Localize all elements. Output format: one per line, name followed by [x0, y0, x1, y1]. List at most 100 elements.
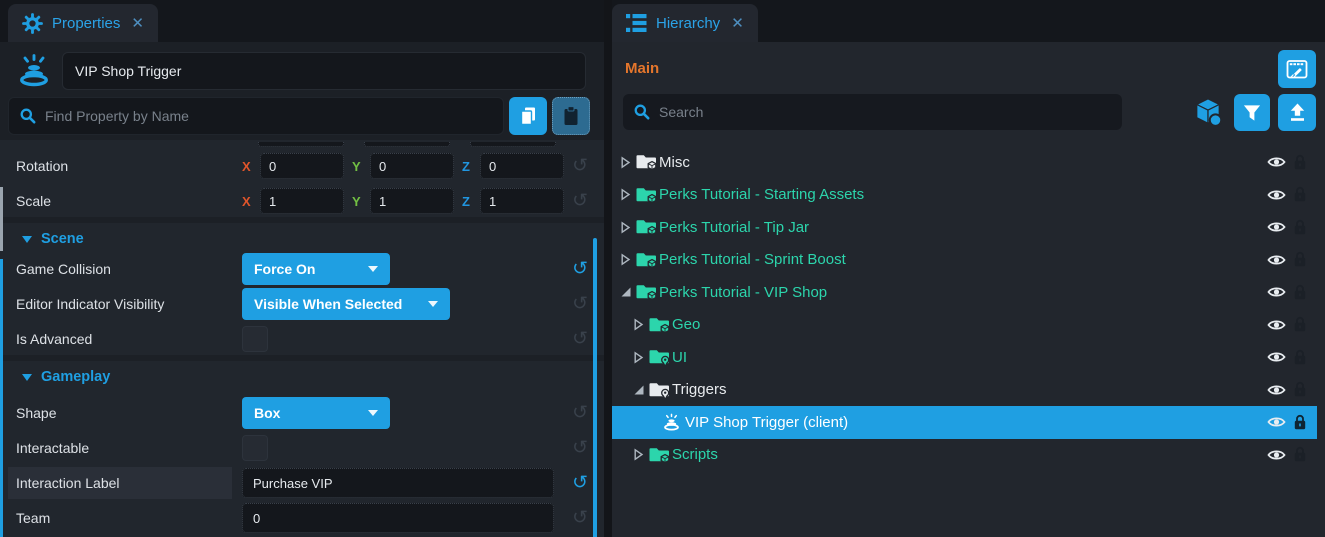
tree-item-label: Triggers — [672, 381, 726, 398]
eye-icon[interactable] — [1267, 384, 1286, 396]
cube-icon[interactable] — [1193, 97, 1223, 127]
tree-item-label: VIP Shop Trigger (client) — [685, 414, 848, 431]
shape-row: Shape Box ↺ — [0, 397, 604, 429]
reset-icon[interactable]: ↺ — [572, 330, 588, 349]
reset-icon[interactable]: ↺ — [572, 260, 588, 279]
eye-icon[interactable] — [1267, 351, 1286, 363]
caret-collapsed-icon[interactable] — [633, 351, 649, 364]
eye-icon[interactable] — [1267, 319, 1286, 331]
caret-collapsed-icon[interactable] — [620, 188, 636, 201]
rotation-y-input[interactable] — [370, 153, 454, 179]
copy-icon — [518, 105, 538, 127]
properties-body: Rotation X Y Z ↺ Scale X Y — [0, 51, 604, 537]
property-search-input[interactable] — [45, 108, 493, 124]
copy-properties-button[interactable] — [509, 97, 547, 135]
shape-dropdown[interactable]: Box — [242, 397, 390, 429]
lock-icon[interactable] — [1293, 251, 1307, 268]
clipboard-icon — [562, 105, 580, 127]
reset-icon[interactable]: ↺ — [572, 192, 588, 211]
scale-x-input[interactable] — [260, 188, 344, 214]
tree-item-misc[interactable]: Misc — [612, 146, 1317, 179]
game-collision-label: Game Collision — [16, 261, 242, 277]
rotation-x-input[interactable] — [260, 153, 344, 179]
lock-icon[interactable] — [1293, 446, 1307, 463]
lock-icon[interactable] — [1293, 349, 1307, 366]
dropdown-value: Force On — [254, 261, 356, 277]
scale-y-input[interactable] — [370, 188, 454, 214]
caret-collapsed-icon[interactable] — [620, 221, 636, 234]
folder-cube-icon — [636, 186, 659, 204]
gameplay-section-header[interactable]: Gameplay — [0, 363, 604, 391]
chevron-down-icon — [428, 301, 438, 307]
lock-icon[interactable] — [1293, 154, 1307, 171]
lock-icon[interactable] — [1293, 284, 1307, 301]
tree-item-scripts[interactable]: Scripts — [612, 439, 1317, 472]
hierarchy-search-input[interactable] — [659, 104, 1112, 120]
game-collision-dropdown[interactable]: Force On — [242, 253, 390, 285]
caret-collapsed-icon[interactable] — [620, 156, 636, 169]
eye-icon[interactable] — [1267, 286, 1286, 298]
eye-icon[interactable] — [1267, 416, 1286, 428]
team-input[interactable] — [242, 503, 554, 533]
properties-scrollbar[interactable] — [593, 238, 597, 537]
section-transform: Rotation X Y Z ↺ Scale X Y — [0, 140, 604, 217]
caret-expanded-icon[interactable] — [633, 384, 649, 396]
editor-indicator-dropdown[interactable]: Visible When Selected — [242, 288, 450, 320]
trigger-icon — [662, 413, 685, 432]
clipped-row — [0, 142, 604, 148]
dropdown-value: Visible When Selected — [254, 296, 416, 312]
reset-icon[interactable]: ↺ — [572, 295, 588, 314]
tree-item-perks-tutorial-tip-jar[interactable]: Perks Tutorial - Tip Jar — [612, 211, 1317, 244]
rotation-z-input[interactable] — [480, 153, 564, 179]
caret-expanded-icon[interactable] — [620, 286, 636, 298]
tree-item-vip-shop-trigger-client[interactable]: VIP Shop Trigger (client) — [612, 406, 1317, 439]
paste-properties-button[interactable] — [552, 97, 590, 135]
eye-icon[interactable] — [1267, 449, 1286, 461]
folder-pin-icon — [649, 381, 672, 399]
tree-item-ui[interactable]: UI — [612, 341, 1317, 374]
tab-properties-label: Properties — [52, 15, 120, 32]
caret-collapsed-icon[interactable] — [633, 448, 649, 461]
events-button[interactable] — [1278, 50, 1316, 88]
reset-icon[interactable]: ↺ — [572, 404, 588, 423]
caret-collapsed-icon[interactable] — [620, 253, 636, 266]
eye-icon[interactable] — [1267, 156, 1286, 168]
close-icon[interactable]: ✕ — [731, 14, 744, 32]
reset-icon[interactable]: ↺ — [572, 439, 588, 458]
tab-hierarchy[interactable]: Hierarchy ✕ — [612, 4, 758, 42]
eye-icon[interactable] — [1267, 221, 1286, 233]
reset-icon[interactable]: ↺ — [572, 157, 588, 176]
filter-button[interactable] — [1234, 94, 1270, 131]
lock-icon[interactable] — [1293, 316, 1307, 333]
eye-icon[interactable] — [1267, 254, 1286, 266]
hierarchy-tabstrip: Hierarchy ✕ — [612, 0, 1325, 42]
editor-indicator-label: Editor Indicator Visibility — [16, 296, 242, 312]
shape-label: Shape — [16, 405, 242, 421]
axis-y-label: Y — [352, 159, 366, 174]
tree-item-perks-tutorial-sprint-boost[interactable]: Perks Tutorial - Sprint Boost — [612, 244, 1317, 277]
object-name-input[interactable] — [62, 52, 586, 90]
lock-icon[interactable] — [1293, 414, 1307, 431]
lock-icon[interactable] — [1293, 381, 1307, 398]
interactable-checkbox[interactable] — [242, 435, 268, 461]
scale-z-input[interactable] — [480, 188, 564, 214]
tab-properties[interactable]: Properties ✕ — [8, 4, 158, 42]
is-advanced-label: Is Advanced — [16, 331, 242, 347]
is-advanced-checkbox[interactable] — [242, 326, 268, 352]
reset-icon[interactable]: ↺ — [572, 509, 588, 528]
scene-section-header[interactable]: Scene — [0, 225, 604, 253]
reset-icon[interactable]: ↺ — [572, 474, 588, 493]
folder-cube-icon — [636, 218, 659, 236]
close-icon[interactable]: ✕ — [131, 14, 144, 32]
lock-icon[interactable] — [1293, 219, 1307, 236]
lock-icon[interactable] — [1293, 186, 1307, 203]
eye-icon[interactable] — [1267, 189, 1286, 201]
caret-collapsed-icon[interactable] — [633, 318, 649, 331]
tree-item-label: Perks Tutorial - Sprint Boost — [659, 251, 846, 268]
interaction-label-input[interactable] — [242, 468, 554, 498]
upload-button[interactable] — [1278, 94, 1316, 131]
tree-item-perks-tutorial-vip-shop[interactable]: Perks Tutorial - VIP Shop — [612, 276, 1317, 309]
tree-item-geo[interactable]: Geo — [612, 309, 1317, 342]
tree-item-triggers[interactable]: Triggers — [612, 374, 1317, 407]
tree-item-perks-tutorial-starting-assets[interactable]: Perks Tutorial - Starting Assets — [612, 179, 1317, 212]
